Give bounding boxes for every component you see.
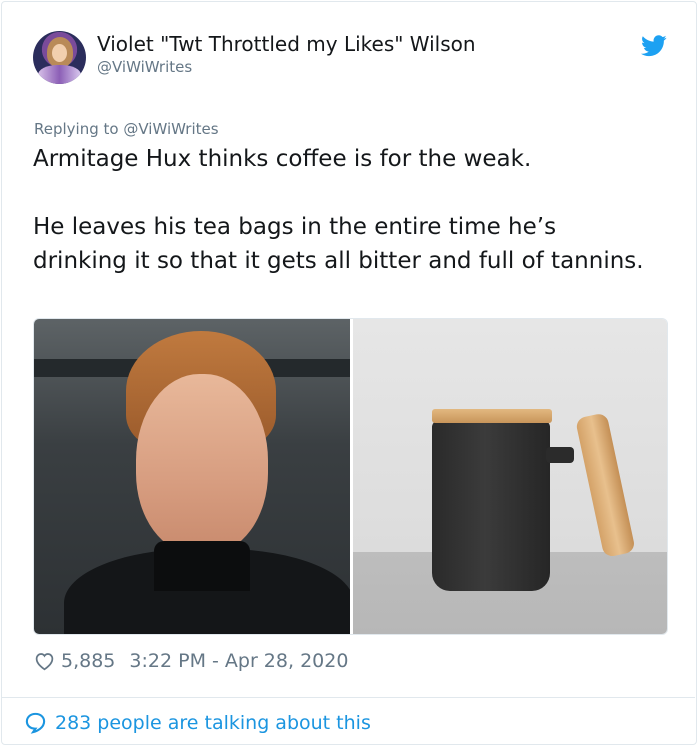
mug-handle: [575, 412, 636, 558]
tweet-paragraph: Armitage Hux thinks coffee is for the we…: [33, 146, 532, 172]
tweet-media: [33, 318, 668, 635]
conversation-link[interactable]: 283 people are talking about this: [24, 711, 371, 734]
replying-to-line: Replying to @ViWiWrites: [34, 120, 219, 138]
speech-bubble-icon: [25, 712, 46, 734]
mug-handle-stub: [546, 447, 574, 463]
author-handle[interactable]: @ViWiWrites: [97, 58, 192, 76]
photo-face: [136, 374, 268, 554]
avatar-face: [52, 44, 67, 62]
photo-collar: [154, 541, 250, 591]
tweet-meta: 5,885 3:22 PM - Apr 28, 2020: [34, 650, 348, 672]
media-photo-portrait[interactable]: [34, 319, 350, 634]
tweet-paragraph: He leaves his tea bags in the entire tim…: [33, 214, 644, 274]
replying-prefix: Replying to: [34, 120, 119, 138]
twitter-bird-icon[interactable]: [641, 35, 667, 57]
card-divider: [1, 697, 695, 698]
like-count[interactable]: 5,885: [61, 650, 115, 672]
avatar-body: [38, 65, 81, 84]
heart-icon[interactable]: [34, 651, 55, 671]
tweet-timestamp[interactable]: 3:22 PM - Apr 28, 2020: [129, 650, 348, 672]
mug-body: [432, 421, 550, 591]
media-photo-mug[interactable]: [353, 319, 667, 634]
conversation-text: 283 people are talking about this: [55, 711, 371, 734]
replying-to-handle[interactable]: @ViWiWrites: [123, 120, 218, 138]
tweet-text: Armitage Hux thinks coffee is for the we…: [33, 142, 653, 278]
author-name[interactable]: Violet "Twt Throttled my Likes" Wilson: [97, 32, 476, 56]
mug-lid: [432, 409, 552, 423]
author-avatar[interactable]: [33, 31, 86, 84]
